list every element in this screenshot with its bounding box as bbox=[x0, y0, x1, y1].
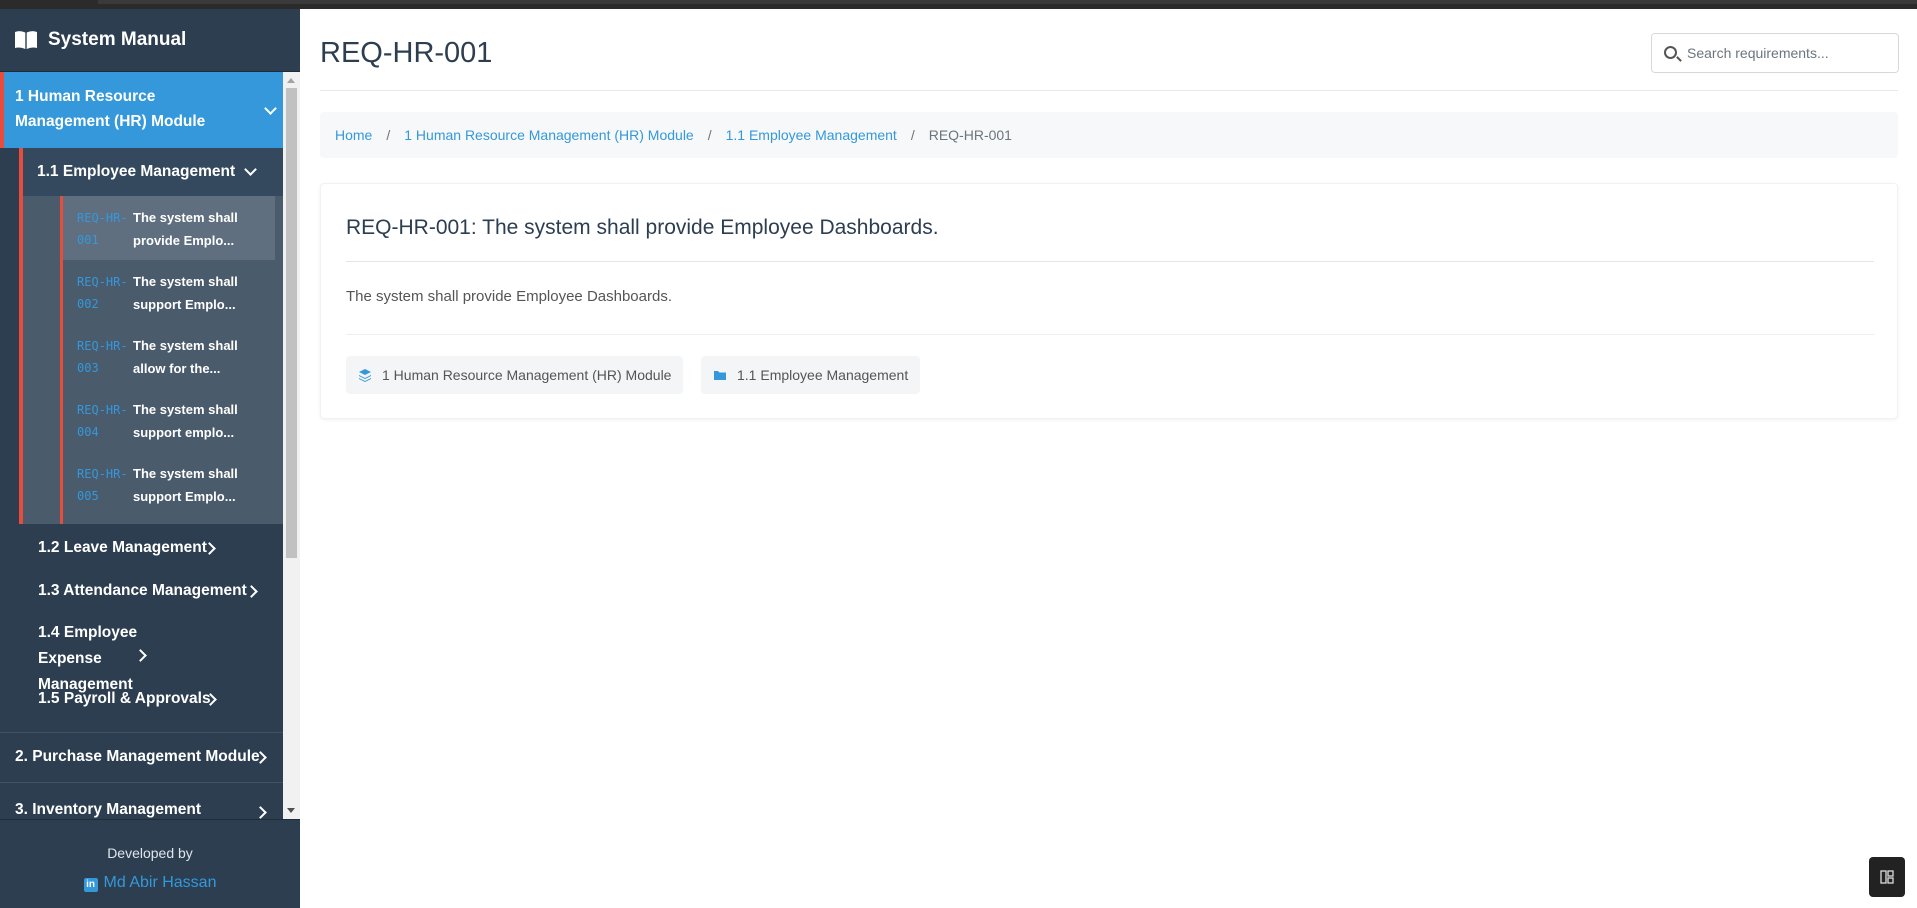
submodule-label: 1.1 Employee Management bbox=[37, 163, 236, 180]
linkedin-icon: in bbox=[83, 878, 98, 892]
requirement-list: REQ-HR-001 The system shall provide Empl… bbox=[23, 196, 283, 524]
scrollbar-thumb[interactable] bbox=[286, 88, 297, 558]
requirement-text: The system shall provide Emplo... bbox=[133, 210, 238, 248]
breadcrumb-home[interactable]: Home bbox=[335, 127, 372, 143]
submodule-leave-management[interactable]: 1.2 Leave Management bbox=[0, 524, 283, 570]
module-tag[interactable]: 1 Human Resource Management (HR) Module bbox=[346, 356, 684, 394]
submodule-label: 1.2 Leave Management bbox=[38, 539, 207, 556]
breadcrumb-separator: / bbox=[910, 127, 915, 143]
module-purchase[interactable]: 2. Purchase Management Module bbox=[0, 732, 283, 782]
requirement-code: REQ-HR-003 bbox=[77, 339, 128, 375]
chevron-right-icon bbox=[254, 806, 267, 819]
module-tag-label: 1 Human Resource Management (HR) Module bbox=[382, 367, 672, 383]
submodule-label: 1.3 Attendance Management bbox=[38, 582, 247, 599]
folder-icon bbox=[714, 371, 726, 380]
page-title: REQ-HR-001 bbox=[320, 37, 493, 69]
breadcrumb-submodule[interactable]: 1.1 Employee Management bbox=[726, 127, 897, 143]
header-divider bbox=[320, 90, 1898, 91]
breadcrumb: Home / 1 Human Resource Management (HR) … bbox=[320, 112, 1898, 158]
module-hr[interactable]: 1 Human Resource Management (HR) Module bbox=[0, 72, 283, 148]
search-box[interactable] bbox=[1651, 33, 1899, 73]
submodule-employee-expense-management[interactable]: 1.4 Employee Expense Management bbox=[0, 616, 283, 693]
panel-toggle-button[interactable] bbox=[1869, 857, 1905, 897]
requirement-text: The system shall support Emplo... bbox=[133, 466, 238, 504]
sidebar-nav[interactable]: 1 Human Resource Management (HR) Module … bbox=[0, 72, 283, 819]
developed-by-label: Developed by bbox=[107, 845, 193, 861]
requirement-heading: REQ-HR-001: The system shall provide Emp… bbox=[346, 216, 939, 239]
module-hr-label: 1 Human Resource Management (HR) Module bbox=[15, 88, 206, 130]
requirement-text: The system shall support Emplo... bbox=[133, 274, 238, 312]
breadcrumb-separator: / bbox=[707, 127, 712, 143]
requirement-description: The system shall provide Employee Dashbo… bbox=[346, 288, 672, 305]
scroll-down-icon[interactable] bbox=[287, 808, 295, 813]
requirement-text: The system shall support emplo... bbox=[133, 402, 238, 440]
submodule-label: 1.4 Employee Expense Management bbox=[38, 624, 138, 693]
submodule-payroll-approvals[interactable]: 1.5 Payroll & Approvals bbox=[0, 684, 283, 732]
scroll-up-icon[interactable] bbox=[287, 78, 295, 83]
author-name: Md Abir Hassan bbox=[103, 874, 217, 891]
book-icon bbox=[15, 31, 37, 49]
card-divider bbox=[346, 334, 1874, 335]
chevron-right-icon bbox=[245, 585, 258, 598]
sidebar: System Manual 1 Human Resource Managemen… bbox=[0, 9, 300, 908]
search-icon bbox=[1664, 46, 1677, 59]
module-label: 2. Purchase Management Module bbox=[15, 748, 260, 765]
submenu-hr: 1.1 Employee Management REQ-HR-001 The s… bbox=[19, 148, 283, 524]
requirement-item-req-hr-004[interactable]: REQ-HR-004 The system shall support empl… bbox=[60, 388, 283, 452]
submodule-attendance-management[interactable]: 1.3 Attendance Management bbox=[0, 570, 283, 616]
requirement-item-req-hr-002[interactable]: REQ-HR-002 The system shall support Empl… bbox=[60, 260, 283, 324]
submodule-label: 1.5 Payroll & Approvals bbox=[38, 690, 211, 707]
sidebar-header[interactable]: System Manual bbox=[0, 9, 300, 72]
chevron-down-icon bbox=[264, 102, 277, 115]
sidebar-title: System Manual bbox=[48, 29, 187, 50]
submodule-tag-label: 1.1 Employee Management bbox=[737, 367, 909, 383]
requirement-item-req-hr-001[interactable]: REQ-HR-001 The system shall provide Empl… bbox=[60, 196, 275, 260]
requirement-text: The system shall allow for the... bbox=[133, 338, 238, 376]
requirement-item-req-hr-005[interactable]: REQ-HR-005 The system shall support Empl… bbox=[60, 452, 283, 524]
requirement-code: REQ-HR-002 bbox=[77, 275, 128, 311]
breadcrumb-module[interactable]: 1 Human Resource Management (HR) Module bbox=[404, 127, 693, 143]
sidebar-scrollbar[interactable] bbox=[283, 72, 300, 819]
window-top-bar bbox=[0, 0, 1917, 9]
author-link[interactable]: in Md Abir Hassan bbox=[0, 874, 300, 892]
submodule-employee-management[interactable]: 1.1 Employee Management bbox=[23, 148, 283, 196]
card-divider bbox=[346, 261, 1874, 262]
breadcrumb-separator: / bbox=[386, 127, 391, 143]
requirement-card: REQ-HR-001: The system shall provide Emp… bbox=[320, 183, 1898, 419]
requirement-code: REQ-HR-004 bbox=[77, 403, 128, 439]
requirement-item-req-hr-003[interactable]: REQ-HR-003 The system shall allow for th… bbox=[60, 324, 283, 388]
panel-icon bbox=[1880, 870, 1894, 884]
requirement-code: REQ-HR-005 bbox=[77, 467, 128, 503]
breadcrumb-current: REQ-HR-001 bbox=[928, 127, 1012, 143]
sidebar-footer: Developed by in Md Abir Hassan bbox=[0, 819, 300, 908]
module-inventory[interactable]: 3. Inventory Management bbox=[0, 782, 283, 819]
chevron-down-icon bbox=[244, 163, 257, 176]
module-label: 3. Inventory Management bbox=[15, 801, 202, 818]
requirement-code: REQ-HR-001 bbox=[77, 211, 128, 247]
layers-icon bbox=[359, 369, 371, 382]
submodule-tag[interactable]: 1.1 Employee Management bbox=[701, 356, 921, 394]
chevron-right-icon bbox=[134, 649, 147, 662]
search-input[interactable] bbox=[1687, 42, 1887, 64]
